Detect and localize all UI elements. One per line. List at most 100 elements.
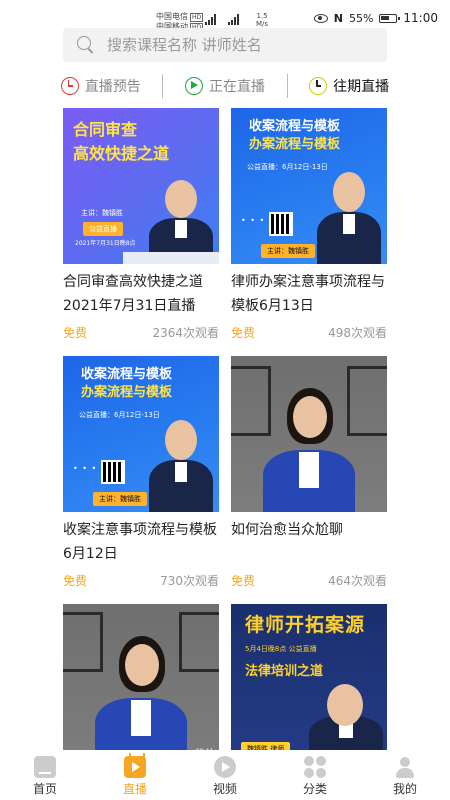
nav-video[interactable]: 视频: [195, 756, 255, 797]
divider: [162, 74, 164, 98]
live-tabs: 直播预告 正在直播 往期直播: [0, 68, 450, 104]
nav-home[interactable]: 首页: [15, 756, 75, 797]
view-count: 730次观看: [160, 574, 219, 588]
eye-icon: [313, 13, 328, 23]
lecturer-photo: [143, 174, 219, 264]
search-icon: [77, 36, 95, 54]
search-bar[interactable]: [63, 28, 387, 62]
course-title: 合同审查高效快捷之道2021年7月31日直播: [63, 274, 203, 314]
qr-code: [269, 212, 293, 236]
course-meta: 免费 730次观看: [63, 572, 219, 589]
course-thumbnail: 收案流程与模板 办案流程与模板 公益直播：6月12日-13日 • • • 主讲：…: [231, 108, 387, 264]
nfc-icon: N: [333, 11, 343, 25]
thumb-line-2: 法律培训之道: [245, 664, 324, 679]
battery-icon: [379, 13, 401, 23]
thumb-line-1: 收案流程与模板: [81, 367, 173, 382]
status-bar: 中国电信HD 中国移动HD 1.5 M/s N 55% 11:00: [0, 0, 450, 32]
bottom-navigation: 首页 直播 视频 分类 我的: [0, 750, 450, 800]
status-right: N 55% 11:00: [313, 11, 438, 25]
thumb-date: 2021年7月31日晚8点: [75, 240, 136, 247]
thumb-lecturer: 主讲：魏镇胜: [261, 244, 315, 258]
search-input[interactable]: [107, 36, 367, 54]
tab-past-live[interactable]: 往期直播: [309, 76, 389, 96]
history-icon: [309, 77, 328, 95]
qr-code: [101, 460, 125, 484]
thumb-line-2: 高效快捷之道: [73, 144, 170, 163]
course-card[interactable]: 律师开拓案源 5月4日晚8点 公益直播 法律培训之道 魏镇胜 律师: [231, 604, 387, 760]
play-icon: [184, 77, 203, 95]
view-count: 464次观看: [328, 574, 387, 588]
hd-badge: HD: [190, 13, 204, 22]
course-card[interactable]: 00:44: [63, 604, 219, 760]
thumb-line-1: 合同审查: [73, 120, 138, 139]
battery-percent: 55%: [348, 11, 374, 25]
price-label: 免费: [231, 574, 256, 588]
course-thumbnail: 00:44: [63, 604, 219, 760]
nav-label: 首页: [32, 782, 57, 796]
profile-icon: [394, 756, 416, 778]
carrier-1: 中国电信: [156, 12, 188, 21]
thumb-tag: 5月4日晚8点 公益直播: [245, 645, 317, 653]
thumb-lecturer: 主讲：魏镇胜: [93, 492, 147, 506]
course-card[interactable]: 如何治愈当众尬聊 免费 464次观看: [231, 356, 387, 589]
dots-decoration: • • •: [73, 464, 98, 473]
lecturer-photo: [305, 680, 387, 760]
tab-label: 直播预告: [84, 79, 141, 95]
view-count: 498次观看: [328, 326, 387, 340]
clock: 11:00: [403, 11, 438, 25]
speaker-photo: [259, 382, 359, 512]
dots-decoration: • • •: [241, 216, 266, 225]
divider: [286, 74, 288, 98]
signal-icon: [205, 13, 216, 25]
home-icon: [34, 756, 56, 778]
course-meta: 免费 498次观看: [231, 324, 387, 341]
nav-category[interactable]: 分类: [285, 756, 345, 797]
course-thumbnail: [231, 356, 387, 512]
course-title: 如何治愈当众尬聊: [231, 522, 343, 538]
speed-unit: M/s: [256, 20, 269, 28]
lecturer-photo: [143, 412, 219, 512]
category-icon: [304, 756, 326, 778]
course-card[interactable]: 合同审查 高效快捷之道 主讲：魏镇胜 公益直播 2021年7月31日晚8点 合同…: [63, 108, 219, 341]
thumb-line-1: 律师开拓案源: [245, 614, 366, 636]
course-thumbnail: 律师开拓案源 5月4日晚8点 公益直播 法律培训之道 魏镇胜 律师: [231, 604, 387, 760]
thumb-line-2: 办案流程与模板: [249, 137, 341, 152]
signal-icon-2: [228, 13, 239, 25]
course-title: 律师办案注意事项流程与模板6月13日: [231, 274, 385, 314]
course-card[interactable]: 收案流程与模板 办案流程与模板 公益直播：6月12日-13日 • • • 主讲：…: [231, 108, 387, 341]
course-thumbnail: 合同审查 高效快捷之道 主讲：魏镇胜 公益直播 2021年7月31日晚8点: [63, 108, 219, 264]
network-speed: 1.5 M/s: [256, 12, 268, 28]
view-count: 2364次观看: [152, 326, 219, 340]
course-thumbnail: 收案流程与模板 办案流程与模板 公益直播：6月12日-13日 • • • 主讲：…: [63, 356, 219, 512]
nav-profile[interactable]: 我的: [375, 756, 435, 797]
nav-label: 我的: [392, 782, 417, 796]
lecturer-photo: [311, 164, 387, 264]
nav-label: 视频: [212, 782, 237, 796]
thumb-title: 收案流程与模板 办案流程与模板: [81, 366, 172, 402]
tab-live-now[interactable]: 正在直播: [184, 76, 265, 96]
nav-label: 分类: [302, 782, 327, 796]
thumb-line-1: 收案流程与模板: [249, 119, 341, 134]
course-title: 收案注意事项流程与模板6月12日: [63, 522, 217, 562]
course-meta: 免费 464次观看: [231, 572, 387, 589]
price-label: 免费: [63, 574, 88, 588]
thumb-tag: 公益直播: [83, 222, 123, 236]
tab-label: 正在直播: [208, 79, 265, 95]
tab-preview[interactable]: 直播预告: [60, 76, 141, 96]
tab-label: 往期直播: [333, 79, 390, 95]
nav-live[interactable]: 直播: [105, 756, 165, 797]
nav-label: 直播: [122, 782, 147, 796]
price-label: 免费: [231, 326, 256, 340]
course-meta: 免费 2364次观看: [63, 324, 219, 341]
thumb-line-2: 办案流程与模板: [81, 385, 173, 400]
live-icon: [124, 756, 146, 778]
speaker-photo: [91, 630, 191, 760]
clock-icon: [60, 77, 79, 95]
thumb-lecturer: 主讲：魏镇胜: [81, 209, 123, 217]
course-card[interactable]: 收案流程与模板 办案流程与模板 公益直播：6月12日-13日 • • • 主讲：…: [63, 356, 219, 589]
price-label: 免费: [63, 326, 88, 340]
thumb-title: 收案流程与模板 办案流程与模板: [249, 118, 340, 154]
speed-value: 1.5: [256, 12, 268, 20]
video-icon: [214, 756, 236, 778]
thumb-title: 合同审查 高效快捷之道: [73, 118, 169, 166]
